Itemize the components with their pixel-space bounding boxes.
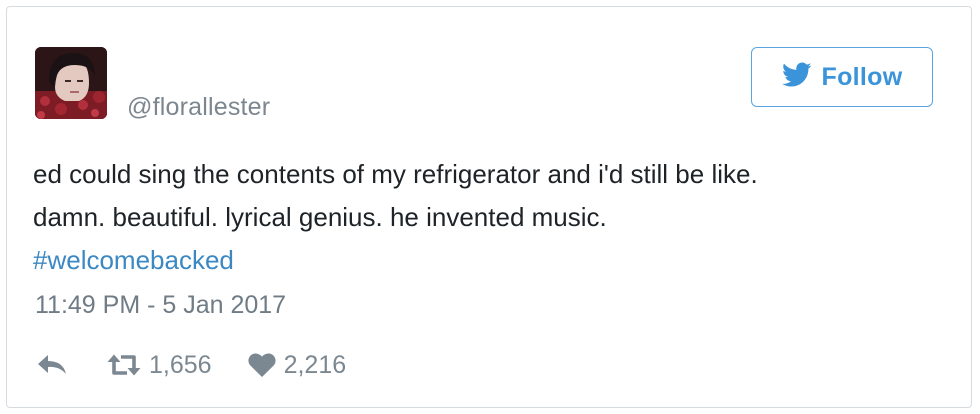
tweet-actions: 1,656 2,216 [37, 345, 346, 385]
heart-icon [248, 353, 276, 377]
tweet-timestamp[interactable]: 11:49 PM - 5 Jan 2017 [35, 291, 286, 320]
like-count: 2,216 [283, 350, 347, 379]
hashtag-link[interactable]: #welcomebacked [33, 239, 953, 282]
tweet-text-line-1: ed could sing the contents of my refrige… [33, 159, 758, 189]
reply-icon [37, 354, 67, 376]
retweet-button[interactable]: 1,656 [107, 351, 212, 380]
retweet-icon [107, 352, 141, 378]
retweet-count: 1,656 [149, 350, 212, 379]
follow-label: Follow [821, 62, 903, 91]
avatar[interactable] [35, 47, 107, 119]
like-button[interactable]: 2,216 [248, 350, 347, 380]
tweet-text: ed could sing the contents of my refrige… [33, 153, 953, 282]
user-handle[interactable]: @florallester [127, 93, 270, 122]
tweet-card: @florallester Follow ed could sing the c… [6, 6, 972, 408]
reply-button[interactable] [37, 354, 67, 376]
tweet-text-line-2: damn. beautiful. lyrical genius. he inve… [33, 202, 607, 232]
avatar-image [35, 47, 107, 119]
twitter-bird-icon [781, 62, 812, 93]
follow-button[interactable]: Follow [751, 47, 933, 107]
